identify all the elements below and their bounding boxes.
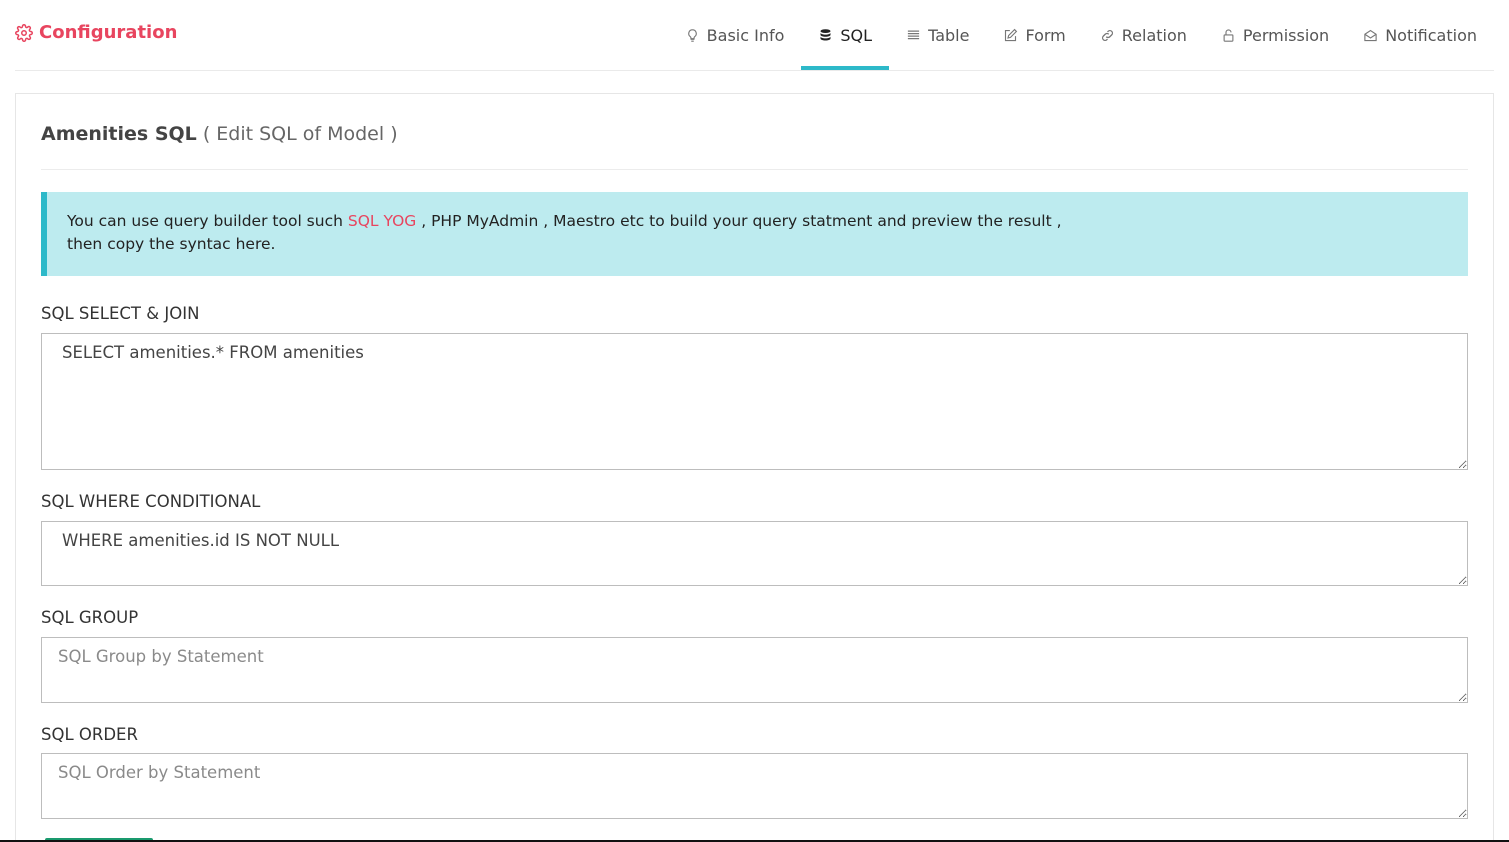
alert-text-after: , PHP MyAdmin , Maestro etc to build you… xyxy=(416,212,1062,230)
database-icon xyxy=(820,28,831,40)
config-tabs: Basic Info SQL Table Form Relation Permi… xyxy=(668,0,1494,70)
tab-table-label: Table xyxy=(928,25,970,45)
page-brand: Configuration xyxy=(15,22,177,43)
tab-basic-info-label: Basic Info xyxy=(706,25,785,45)
alert-text-before: You can use query builder tool such xyxy=(67,212,348,230)
panel-title: Amenities SQL ( Edit SQL of Model ) xyxy=(41,123,398,145)
info-alert: You can use query builder tool such SQL … xyxy=(41,192,1468,276)
sql-group-textarea[interactable] xyxy=(41,637,1468,703)
envelope-icon xyxy=(1364,29,1377,41)
sql-where-textarea[interactable]: WHERE amenities.id IS NOT NULL xyxy=(41,521,1468,586)
sql-where-label: SQL WHERE CONDITIONAL xyxy=(41,492,261,511)
sql-panel: Amenities SQL ( Edit SQL of Model ) You … xyxy=(15,93,1494,842)
tab-sql[interactable]: SQL xyxy=(801,0,889,70)
tab-relation[interactable]: Relation xyxy=(1083,0,1204,70)
panel-divider xyxy=(41,169,1468,170)
tab-form[interactable]: Form xyxy=(986,0,1082,70)
tab-permission[interactable]: Permission xyxy=(1204,0,1346,70)
link-icon xyxy=(1101,29,1113,41)
gear-icon xyxy=(15,23,33,42)
page-title: Configuration xyxy=(39,22,178,43)
sql-order-label: SQL ORDER xyxy=(41,725,138,744)
tab-permission-label: Permission xyxy=(1242,25,1330,45)
top-header: Configuration Basic Info SQL Table Form … xyxy=(15,0,1494,71)
tab-notification[interactable]: Notification xyxy=(1346,0,1494,70)
list-icon xyxy=(907,30,920,39)
sql-order-textarea[interactable] xyxy=(41,753,1468,819)
tab-notification-label: Notification xyxy=(1385,25,1477,45)
alert-line2: then copy the syntac here. xyxy=(67,235,276,253)
tab-form-label: Form xyxy=(1025,25,1066,45)
lock-icon xyxy=(1223,28,1234,42)
sql-select-label: SQL SELECT & JOIN xyxy=(41,304,200,323)
sql-select-textarea[interactable]: SELECT amenities.* FROM amenities xyxy=(41,333,1468,470)
tab-relation-label: Relation xyxy=(1121,25,1187,45)
panel-subtitle: ( Edit SQL of Model ) xyxy=(202,123,398,145)
alert-highlight: SQL YOG xyxy=(347,212,417,230)
tab-basic-info[interactable]: Basic Info xyxy=(668,0,802,70)
lightbulb-icon xyxy=(687,28,697,42)
panel-title-main: Amenities SQL xyxy=(41,123,197,145)
tab-sql-label: SQL xyxy=(840,25,873,45)
tab-table[interactable]: Table xyxy=(889,0,986,70)
edit-icon xyxy=(1005,28,1018,41)
sql-group-label: SQL GROUP xyxy=(41,608,139,627)
